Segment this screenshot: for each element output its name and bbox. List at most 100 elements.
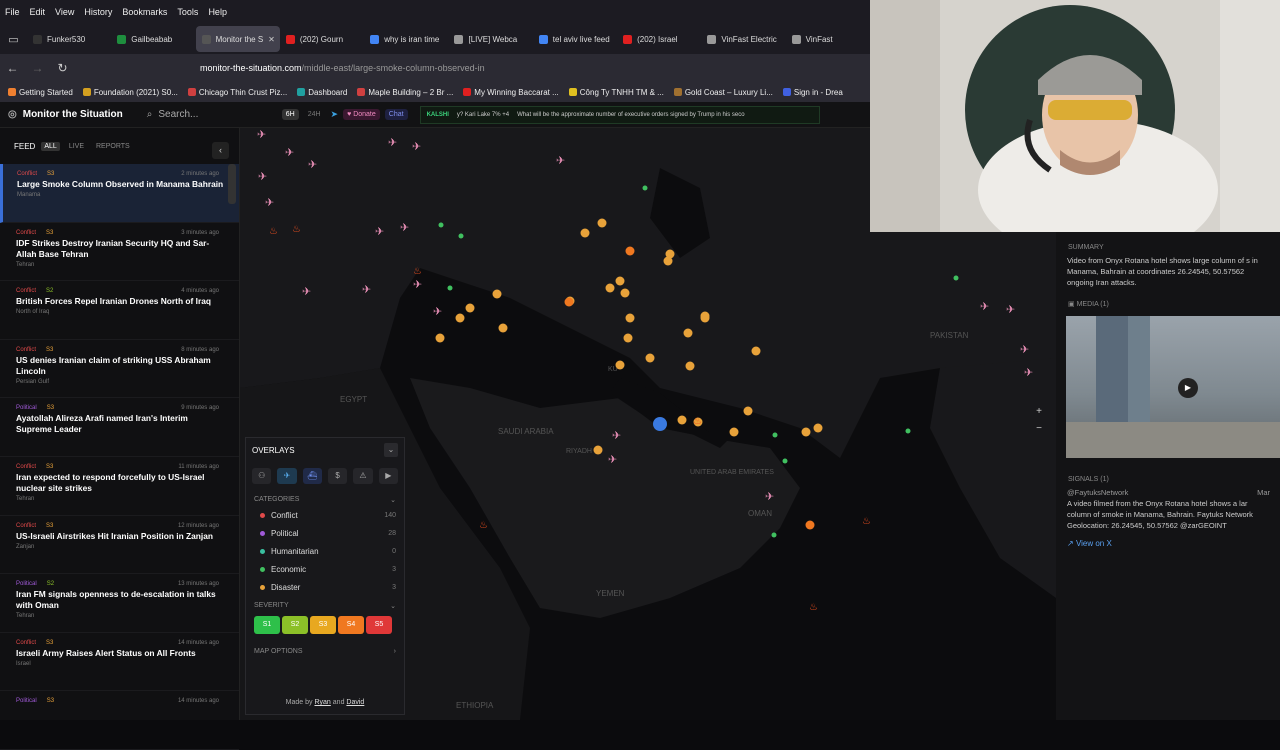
bookmark-item[interactable]: Foundation (2021) S0... (82, 88, 178, 97)
aircraft-icon[interactable]: ✈ (608, 453, 617, 466)
severity-toggle[interactable]: S5 (366, 616, 392, 634)
event-marker[interactable] (751, 346, 761, 356)
category-row[interactable]: Humanitarian 0 (246, 542, 404, 560)
event-marker[interactable] (615, 360, 625, 370)
severity-toggle[interactable]: S4 (338, 616, 364, 634)
event-marker[interactable] (605, 283, 615, 293)
menu-item[interactable]: Help (203, 7, 232, 17)
search-input[interactable]: ⌕ Search... (147, 109, 277, 120)
browser-tab[interactable]: Monitor the S ✕ (195, 26, 280, 52)
category-row[interactable]: Disaster 3 (246, 578, 404, 596)
tab-live[interactable]: LIVE (66, 142, 87, 151)
event-marker[interactable] (729, 427, 739, 437)
feed-item[interactable]: Conflict S3 12 minutes ago US-Israeli Airst… (0, 516, 239, 575)
event-marker[interactable] (665, 249, 675, 259)
event-marker[interactable] (625, 246, 635, 256)
feed-item[interactable]: Conflict S3 14 minutes ago Israeli Army Rai… (0, 633, 239, 692)
media-thumbnail[interactable]: ▶ (1066, 316, 1280, 458)
aircraft-icon[interactable]: ✈ (412, 140, 421, 153)
map-options-label[interactable]: MAP OPTIONS (254, 648, 303, 655)
play-icon[interactable]: ▶ (1178, 378, 1198, 398)
aircraft-icon[interactable]: ✈ (388, 136, 397, 149)
collapse-sidebar-button[interactable]: ‹ (212, 142, 229, 159)
event-marker[interactable] (623, 333, 633, 343)
aircraft-icon[interactable]: ✈ (302, 285, 311, 298)
category-row[interactable]: Conflict 140 (246, 506, 404, 524)
severity-toggle[interactable]: S3 (310, 616, 336, 634)
aircraft-icon[interactable]: ✈ (1006, 303, 1015, 316)
event-marker[interactable] (772, 432, 778, 438)
author-link-david[interactable]: David (346, 699, 364, 706)
menu-item[interactable]: File (0, 7, 25, 17)
bookmark-item[interactable]: Maple Building – 2 Br ... (357, 88, 453, 97)
browser-tab[interactable]: Funker530 (27, 26, 111, 52)
event-marker[interactable] (438, 222, 444, 228)
feed-item[interactable]: Political S3 9 minutes ago Ayatollah Alirez… (0, 398, 239, 457)
bookmark-item[interactable]: Dashboard (297, 88, 347, 97)
aircraft-icon[interactable]: ✈ (308, 158, 317, 171)
event-marker[interactable] (435, 333, 445, 343)
tab-all[interactable]: ALL (41, 141, 60, 151)
bookmark-item[interactable]: Sign in - Drea (782, 88, 843, 97)
fire-icon[interactable]: ♨ (413, 266, 422, 277)
aircraft-icon[interactable]: ✈ (375, 225, 384, 238)
ships-layer-icon[interactable]: ⛴ (302, 468, 322, 484)
aircraft-icon[interactable]: ✈ (612, 429, 621, 442)
event-marker[interactable] (685, 361, 695, 371)
browser-tab[interactable]: (202) Israel (617, 26, 701, 52)
feed-item[interactable]: Conflict S2 4 minutes ago British Forces Re… (0, 281, 239, 340)
event-marker[interactable] (455, 313, 465, 323)
app-title[interactable]: ◎ Monitor the Situation (8, 109, 123, 120)
event-marker[interactable] (458, 233, 464, 239)
feed-item[interactable]: Conflict S3 3 minutes ago IDF Strikes Destr… (0, 223, 239, 282)
aircraft-icon[interactable]: ✈ (765, 490, 774, 503)
markets-layer-icon[interactable]: $ (327, 468, 348, 484)
menu-item[interactable]: View (50, 7, 79, 17)
view-on-x-link[interactable]: ↗ View on X (1056, 531, 1280, 548)
aircraft-icon[interactable]: ✈ (285, 146, 294, 159)
aircraft-icon[interactable]: ✈ (362, 283, 371, 296)
chat-button[interactable]: Chat (384, 109, 408, 120)
aircraft-icon[interactable]: ✈ (980, 300, 989, 313)
event-marker[interactable] (597, 218, 607, 228)
aircraft-icon[interactable]: ✈ (400, 221, 409, 234)
close-tab-icon[interactable]: ✕ (268, 35, 275, 44)
browser-tab[interactable]: tel aviv live feed (533, 26, 617, 52)
menu-item[interactable]: Edit (25, 7, 51, 17)
aircraft-icon[interactable]: ✈ (1024, 366, 1033, 379)
event-marker[interactable] (492, 289, 502, 299)
tab-overview-icon[interactable]: ▭ (0, 33, 27, 46)
feed-item[interactable]: Political S3 14 minutes ago (0, 691, 239, 750)
fire-icon[interactable]: ♨ (479, 520, 488, 531)
event-marker[interactable] (642, 185, 648, 191)
category-row[interactable]: Economic 3 (246, 560, 404, 578)
address-input[interactable]: monitor-the-situation.com/middle-east/la… (200, 63, 485, 73)
event-marker[interactable] (801, 427, 811, 437)
fire-icon[interactable]: ♨ (809, 602, 818, 613)
fire-icon[interactable]: ♨ (269, 226, 278, 237)
event-marker[interactable] (805, 520, 815, 530)
severity-toggle[interactable]: S2 (282, 616, 308, 634)
forward-icon[interactable]: → (25, 61, 50, 75)
tab-reports[interactable]: REPORTS (93, 142, 133, 151)
menu-item[interactable]: Tools (172, 7, 203, 17)
aircraft-icon[interactable]: ✈ (1020, 343, 1029, 356)
browser-tab[interactable]: why is iran time (364, 26, 448, 52)
bookmark-item[interactable]: Getting Started (8, 88, 73, 97)
feed-item[interactable]: Conflict S3 2 minutes ago Large Smoke Colum… (0, 164, 239, 223)
event-marker[interactable] (465, 303, 475, 313)
event-marker[interactable] (683, 328, 693, 338)
feed-item[interactable]: Political S2 13 minutes ago Iran FM signals… (0, 574, 239, 633)
severity-toggle[interactable]: S1 (254, 616, 280, 634)
zoom-in-button[interactable]: + (1032, 406, 1046, 417)
people-layer-icon[interactable]: ⚇ (252, 468, 272, 484)
event-marker[interactable] (813, 423, 823, 433)
feed-scrollbar[interactable] (228, 164, 236, 204)
event-marker[interactable] (905, 428, 911, 434)
feed-item[interactable]: Conflict S3 8 minutes ago US denies Iranian… (0, 340, 239, 399)
event-marker[interactable] (620, 288, 630, 298)
bookmark-item[interactable]: Công Ty TNHH TM & ... (568, 88, 664, 97)
event-marker[interactable] (625, 313, 635, 323)
event-marker[interactable] (615, 276, 625, 286)
bookmark-item[interactable]: My Winning Baccarat ... (463, 88, 559, 97)
